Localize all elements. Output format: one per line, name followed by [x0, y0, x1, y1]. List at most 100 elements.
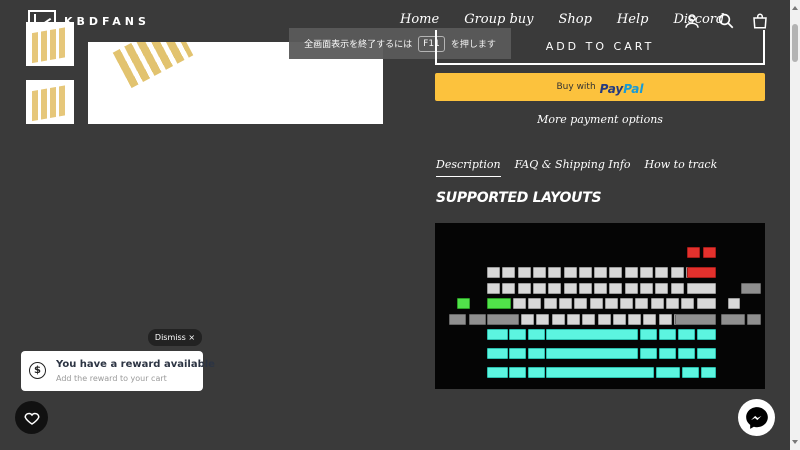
supported-layouts-image [435, 223, 765, 389]
layout-key [655, 267, 669, 278]
account-icon[interactable] [683, 12, 701, 30]
layout-key [670, 283, 684, 294]
heart-icon [23, 412, 40, 425]
layout-key [628, 314, 642, 325]
page-scrollbar[interactable] [790, 0, 800, 450]
tab-description[interactable]: Description [436, 158, 501, 177]
layout-key [747, 314, 761, 325]
layout-key [532, 283, 546, 294]
tab-how-to-track[interactable]: How to track [645, 158, 718, 177]
layout-key [536, 314, 550, 325]
reward-subtitle: Add the reward to your cart [56, 374, 167, 383]
scroll-up-arrow-icon[interactable] [792, 6, 798, 10]
layout-key [678, 329, 695, 340]
layout-key [659, 348, 676, 359]
layout-key [589, 298, 603, 309]
layout-key [640, 348, 657, 359]
layout-key [548, 283, 562, 294]
layout-key [521, 314, 534, 325]
layout-key [640, 267, 653, 278]
layout-key [697, 298, 716, 309]
layout-key [678, 348, 695, 359]
cart-icon[interactable] [751, 12, 769, 30]
layout-key [487, 298, 511, 309]
product-thumbnail-2[interactable] [26, 80, 74, 124]
layout-key [687, 247, 700, 258]
layout-key [528, 329, 545, 340]
layout-key [469, 314, 486, 325]
layout-key [563, 283, 577, 294]
layout-key [650, 298, 664, 309]
scroll-down-arrow-icon[interactable] [792, 440, 798, 444]
layout-key [666, 298, 679, 309]
layout-key [609, 283, 623, 294]
layout-key [721, 314, 745, 325]
paypal-logo: PayPal [599, 81, 644, 96]
nav-group-buy[interactable]: Group buy [464, 12, 533, 27]
layout-key [449, 314, 466, 325]
wishlist-button[interactable] [15, 401, 48, 434]
layout-key [509, 367, 526, 378]
paypal-prefix: Buy with [556, 82, 596, 92]
layout-key [703, 247, 716, 258]
product-thumbnail-1[interactable] [26, 22, 74, 66]
layout-key [697, 348, 716, 359]
layout-key [658, 314, 672, 325]
layout-key [528, 367, 545, 378]
nav-shop[interactable]: Shop [558, 12, 591, 27]
layout-key [502, 283, 516, 294]
layout-key [594, 267, 608, 278]
layout-key [624, 283, 638, 294]
layout-key [563, 267, 577, 278]
layout-key [548, 267, 562, 278]
messenger-icon [745, 406, 768, 429]
layout-key [597, 314, 611, 325]
header-icons [683, 12, 769, 30]
scroll-thumb[interactable] [792, 24, 798, 62]
layout-key [509, 329, 526, 340]
layout-key [670, 267, 684, 278]
layout-key [643, 314, 657, 325]
layout-key [682, 367, 699, 378]
layout-key [546, 329, 638, 340]
layout-key [528, 298, 542, 309]
section-title: SUPPORTED LAYOUTS [436, 190, 602, 206]
logo-text: KBDFANS [64, 14, 150, 28]
layout-key [728, 298, 740, 309]
layout-key [609, 267, 623, 278]
layout-key [594, 283, 608, 294]
dismiss-button[interactable]: Dismiss × [148, 329, 202, 346]
layout-key [687, 283, 716, 294]
layout-key [528, 348, 545, 359]
layout-key [558, 298, 572, 309]
layout-key [574, 298, 588, 309]
layout-key [741, 283, 761, 294]
nav-help[interactable]: Help [617, 12, 649, 27]
layout-key [517, 267, 531, 278]
paypal-button[interactable]: Buy with PayPal [435, 73, 765, 101]
layout-key [543, 298, 557, 309]
layout-key [655, 283, 669, 294]
tab-faq-shipping[interactable]: FAQ & Shipping Info [515, 158, 631, 177]
nav-home[interactable]: Home [400, 12, 439, 27]
layout-key [509, 348, 526, 359]
layout-key [612, 314, 626, 325]
search-icon[interactable] [717, 12, 735, 30]
layout-key [546, 367, 654, 378]
layout-key [620, 298, 634, 309]
description-tabs: Description FAQ & Shipping Info How to t… [436, 158, 717, 177]
layout-key [487, 314, 519, 325]
add-to-cart-button[interactable]: ADD TO CART [435, 30, 765, 65]
more-payment-options-link[interactable]: More payment options [435, 113, 765, 126]
reward-popup[interactable]: $ You have a reward available Add the re… [21, 351, 215, 391]
layout-key [578, 267, 592, 278]
messenger-chat-button[interactable] [738, 399, 775, 436]
layout-key [513, 298, 526, 309]
layout-key [640, 283, 653, 294]
layout-key [487, 348, 508, 359]
layout-key [487, 283, 500, 294]
layout-key [487, 267, 500, 278]
layout-key [635, 298, 649, 309]
layout-key [701, 367, 716, 378]
layout-key [517, 283, 531, 294]
